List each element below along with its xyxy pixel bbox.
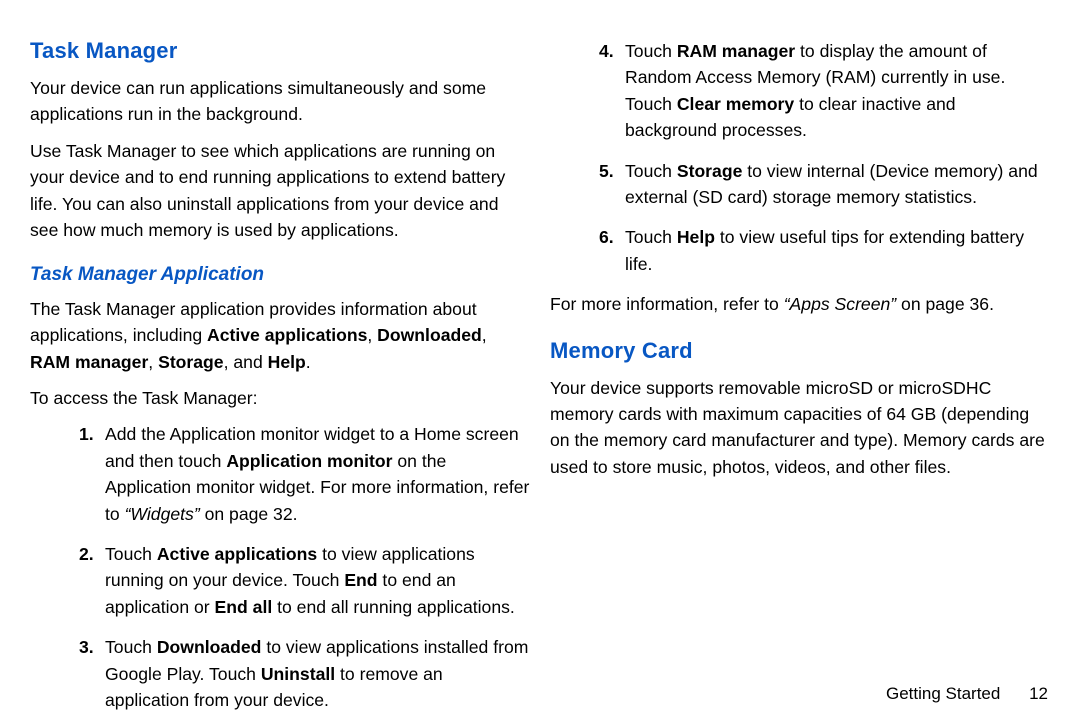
text: Touch xyxy=(105,544,157,564)
page-footer: Getting Started 12 xyxy=(886,684,1048,704)
bold-text: Downloaded xyxy=(377,325,482,345)
bold-text: RAM manager xyxy=(30,352,148,372)
bold-text: Downloaded xyxy=(157,637,262,657)
steps-list: 1. Add the Application monitor widget to… xyxy=(30,421,530,713)
bold-text: Uninstall xyxy=(261,664,335,684)
paragraph: Your device supports removable microSD o… xyxy=(550,375,1050,481)
text: . xyxy=(306,352,311,372)
text: , and xyxy=(224,352,268,372)
list-item: 3. Touch Downloaded to view applications… xyxy=(79,634,530,713)
paragraph: Use Task Manager to see which applicatio… xyxy=(30,138,530,244)
heading-task-manager: Task Manager xyxy=(30,34,530,67)
bold-text: Storage xyxy=(158,352,224,372)
text: Touch xyxy=(105,637,157,657)
text: Touch xyxy=(625,161,677,181)
list-item: 6. Touch Help to view useful tips for ex… xyxy=(599,224,1050,277)
right-column: 4. Touch RAM manager to display the amou… xyxy=(550,34,1050,720)
paragraph: To access the Task Manager: xyxy=(30,385,530,411)
left-column: Task Manager Your device can run applica… xyxy=(30,34,530,720)
bold-text: End xyxy=(344,570,377,590)
step-number: 2. xyxy=(79,541,94,567)
bold-text: Active applications xyxy=(157,544,317,564)
text: on page 36. xyxy=(896,294,994,314)
step-number: 1. xyxy=(79,421,94,447)
bold-text: Help xyxy=(677,227,715,247)
text: on page 32. xyxy=(200,504,298,524)
bold-text: End all xyxy=(215,597,273,617)
text: Touch xyxy=(625,227,677,247)
text: , xyxy=(482,325,487,345)
text: to end all running applications. xyxy=(272,597,515,617)
paragraph: Your device can run applications simulta… xyxy=(30,75,530,128)
page-number: 12 xyxy=(1029,684,1048,703)
step-number: 5. xyxy=(599,158,614,184)
bold-text: Help xyxy=(268,352,306,372)
bold-text: RAM manager xyxy=(677,41,795,61)
list-item: 1. Add the Application monitor widget to… xyxy=(79,421,530,527)
text: For more information, refer to xyxy=(550,294,784,314)
italic-text: “Widgets” xyxy=(125,504,200,524)
list-item: 5. Touch Storage to view internal (Devic… xyxy=(599,158,1050,211)
italic-text: “Apps Screen” xyxy=(784,294,896,314)
bold-text: Application monitor xyxy=(226,451,392,471)
list-item: 4. Touch RAM manager to display the amou… xyxy=(599,38,1050,144)
heading-memory-card: Memory Card xyxy=(550,334,1050,367)
bold-text: Clear memory xyxy=(677,94,794,114)
subheading-task-manager-application: Task Manager Application xyxy=(30,261,530,290)
text: Touch xyxy=(625,41,677,61)
footer-section: Getting Started xyxy=(886,684,1000,703)
bold-text: Active applications xyxy=(207,325,367,345)
step-number: 3. xyxy=(79,634,94,660)
bold-text: Storage xyxy=(677,161,743,181)
steps-list: 4. Touch RAM manager to display the amou… xyxy=(550,38,1050,277)
list-item: 2. Touch Active applications to view app… xyxy=(79,541,530,620)
text: , xyxy=(367,325,377,345)
text: , xyxy=(148,352,158,372)
paragraph: The Task Manager application provides in… xyxy=(30,296,530,375)
paragraph: For more information, refer to “Apps Scr… xyxy=(550,291,1050,317)
step-number: 4. xyxy=(599,38,614,64)
page: Task Manager Your device can run applica… xyxy=(0,0,1080,720)
step-number: 6. xyxy=(599,224,614,250)
